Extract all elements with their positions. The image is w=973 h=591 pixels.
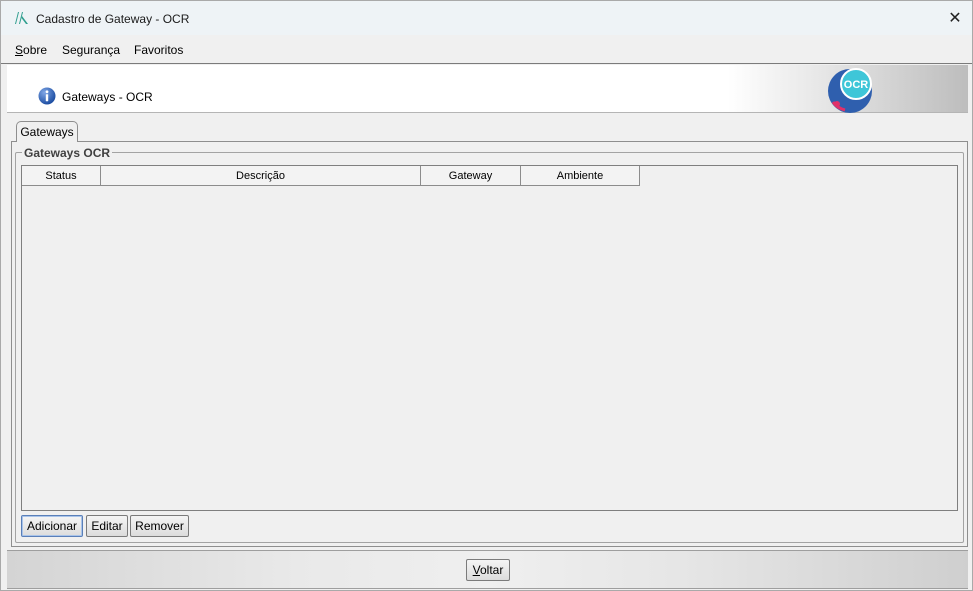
page-title: Gateways - OCR: [62, 90, 153, 104]
menu-item-label: obre: [23, 43, 48, 57]
logo-text: OCR: [844, 79, 869, 91]
table-header: Status Descrição Gateway Ambiente: [22, 166, 640, 186]
group-title: Gateways OCR: [22, 146, 113, 160]
column-header-gateway[interactable]: Gateway: [421, 166, 521, 186]
tab-panel: Gateways OCR Status Descrição Gateway Am…: [11, 141, 968, 547]
column-header-descricao[interactable]: Descrição: [101, 166, 421, 186]
menu-item-favoritos[interactable]: Favoritos: [134, 43, 183, 57]
header-banner: Gateways - OCR OCR: [7, 65, 968, 113]
back-mnemonic: V: [472, 563, 480, 577]
info-icon: [38, 87, 56, 105]
back-button[interactable]: Voltar: [466, 559, 510, 581]
footer-bar: Voltar: [7, 550, 968, 589]
menu-item-sobre[interactable]: Sobre: [15, 43, 47, 57]
remove-button[interactable]: Remover: [130, 515, 189, 537]
column-header-status[interactable]: Status: [22, 166, 101, 186]
menu-mnemonic: S: [15, 43, 24, 57]
edit-button[interactable]: Editar: [86, 515, 128, 537]
app-logo-icon: [15, 12, 28, 24]
gateways-group: Gateways OCR Status Descrição Gateway Am…: [15, 146, 964, 543]
ocr-logo-icon: OCR: [828, 68, 872, 113]
column-header-ambiente[interactable]: Ambiente: [521, 166, 640, 186]
app-window: Cadastro de Gateway - OCR ✕ Sobre Segura…: [0, 0, 973, 591]
menu-item-seguranca[interactable]: Segurança: [62, 43, 120, 57]
close-icon: ✕: [948, 10, 962, 27]
window-title: Cadastro de Gateway - OCR: [36, 12, 190, 26]
tab-gateways[interactable]: Gateways: [16, 121, 78, 142]
title-bar[interactable]: Cadastro de Gateway - OCR ✕: [1, 1, 972, 35]
close-button[interactable]: ✕: [938, 1, 972, 35]
add-button[interactable]: Adicionar: [21, 515, 83, 537]
gateways-table[interactable]: Status Descrição Gateway Ambiente: [21, 165, 958, 511]
menu-bar: Sobre Segurança Favoritos: [1, 35, 972, 64]
back-label: oltar: [480, 563, 504, 577]
